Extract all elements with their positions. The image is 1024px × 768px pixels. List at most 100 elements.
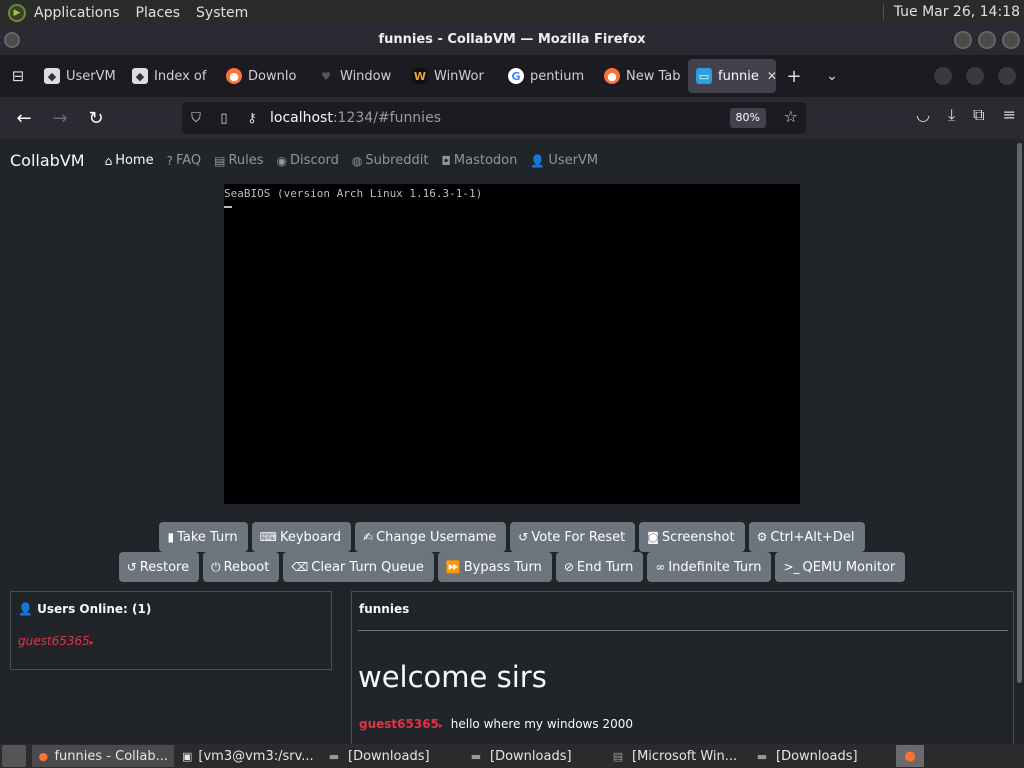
task-downloads-2[interactable]: ▬ [Downloads]: [462, 745, 602, 767]
applications-menu[interactable]: Applications: [34, 5, 120, 21]
reddit-icon: ◍: [351, 153, 363, 168]
change-username-button[interactable]: ✍ Change Username: [355, 522, 507, 552]
take-turn-button[interactable]: ▮ Take Turn: [159, 522, 248, 552]
shield-icon[interactable]: ⛉: [182, 111, 210, 126]
indefinite-turn-button[interactable]: ∞ Indefinite Turn: [647, 552, 772, 582]
close-window-icon[interactable]: [1002, 31, 1020, 49]
navigation-toolbar: ← → ↻ ⛉ ▯ ⚷ localhost :1234/#funnies 80%…: [0, 97, 1024, 139]
bookmark-star-icon[interactable]: ☆: [784, 107, 798, 126]
reload-icon[interactable]: ↻: [78, 102, 114, 134]
bios-text: SeaBIOS (version Arch Linux 1.16.3-1-1): [224, 187, 483, 200]
firefox-icon: ●: [38, 749, 49, 763]
vm-button-row-1: ▮ Take Turn ⌨ Keyboard ✍ Change Username ↺ V…: [0, 522, 1024, 552]
tab-downloads[interactable]: ● Downlo: [218, 59, 310, 93]
menu-icon[interactable]: ≡: [1003, 105, 1016, 125]
keyboard-button[interactable]: ⌨ Keyboard: [251, 522, 352, 552]
new-tab-button[interactable]: +: [776, 66, 812, 87]
firefox-icon: ●: [226, 68, 242, 84]
site-brand[interactable]: CollabVM: [10, 151, 85, 170]
divider: [358, 630, 1008, 631]
url-bar[interactable]: ⛉ ▯ ⚷ localhost :1234/#funnies 80% ☆: [182, 102, 806, 134]
nav-rules[interactable]: ▤ Rules: [214, 153, 263, 168]
page-scrollbar[interactable]: [1017, 143, 1022, 683]
places-menu[interactable]: Places: [136, 5, 181, 21]
vote-reset-button[interactable]: ↺ Vote For Reset: [510, 522, 636, 552]
firefox-view-icon[interactable]: ⊟: [0, 55, 36, 97]
window-menu-icon[interactable]: [4, 32, 20, 48]
tab-label: New Tab: [626, 68, 681, 84]
forward-icon[interactable]: →: [42, 102, 78, 134]
qemu-monitor-button[interactable]: >_ QEMU Monitor: [775, 552, 906, 582]
pocket-icon[interactable]: ◡: [916, 105, 930, 125]
nav-discord[interactable]: ◉ Discord: [277, 153, 339, 168]
ctrl-alt-del-button[interactable]: ⚙ Ctrl+Alt+Del: [748, 522, 865, 552]
reboot-button[interactable]: ⏻ Reboot: [203, 552, 280, 582]
nav-uservm[interactable]: 👤 UserVM: [530, 153, 598, 168]
nav-faq[interactable]: ? FAQ: [167, 153, 202, 168]
key-icon[interactable]: ⚷: [238, 111, 266, 126]
tab-label: Index of: [154, 68, 207, 84]
screenshot-button[interactable]: ◙ Screenshot: [639, 522, 745, 552]
toolbar-right: ◡ ⤓ ⧉ ≡: [916, 105, 1016, 125]
tab-label: WinWor: [434, 68, 484, 84]
maximize-icon[interactable]: [978, 31, 996, 49]
end-turn-button[interactable]: ⊘ End Turn: [555, 552, 644, 582]
firefox-tray-icon[interactable]: ●: [896, 745, 924, 767]
screen: ▶ Applications Places System Tue Mar 26,…: [0, 0, 1024, 768]
fast-forward-icon: ⏩: [445, 560, 461, 574]
extensions-icon[interactable]: ⧉: [973, 105, 984, 125]
clear-turn-queue-button[interactable]: ⌫ Clear Turn Queue: [283, 552, 434, 582]
nav-home[interactable]: ⌂ Home: [105, 153, 154, 168]
power-icon: ⏻: [211, 559, 221, 574]
close-tab-icon[interactable]: ✕: [767, 69, 776, 83]
user-icon: 👤: [18, 602, 33, 616]
tab-label: UserVM: [66, 68, 116, 84]
rotate-left-icon: ↺: [518, 530, 529, 544]
caret-right-icon: ▸: [89, 638, 94, 647]
users-online-heading: 👤 Users Online: (1): [18, 602, 152, 616]
mouse-icon: ▮: [167, 530, 175, 544]
task-downloads-3[interactable]: ▬ [Downloads]: [748, 745, 888, 767]
clock[interactable]: Tue Mar 26, 14:18: [882, 4, 1020, 20]
nav-mastodon[interactable]: ◘ Mastodon: [441, 153, 517, 168]
minimize-icon[interactable]: [954, 31, 972, 49]
keyboard-icon: ⌨: [259, 530, 277, 544]
show-desktop-icon[interactable]: [2, 745, 26, 767]
vm-display[interactable]: SeaBIOS (version Arch Linux 1.16.3-1-1): [224, 184, 800, 504]
restore-button[interactable]: ↺ Restore: [118, 552, 200, 582]
question-icon: ?: [166, 153, 173, 168]
back-icon[interactable]: ←: [6, 102, 42, 134]
task-firefox[interactable]: ● funnies - Collab...: [32, 745, 174, 767]
bypass-turn-button[interactable]: ⏩ Bypass Turn: [437, 552, 552, 582]
tab-new-tab[interactable]: ● New Tab: [596, 59, 688, 93]
chat-panel: funnies welcome sirs guest65365▸ hello w…: [351, 591, 1014, 744]
terminal-icon: ▣: [182, 749, 193, 763]
tab-winworld[interactable]: W WinWor: [404, 59, 500, 93]
tab-index-of[interactable]: ◆ Index of: [124, 59, 218, 93]
downloads-icon[interactable]: ⤓: [948, 105, 955, 125]
page-info-icon[interactable]: ▯: [210, 111, 238, 126]
folder-icon: ▬: [470, 749, 482, 763]
site-navbar: CollabVM ⌂ Home ? FAQ ▤ Rules ◉ Discord ◍ Sub…: [10, 151, 611, 170]
distro-logo-icon[interactable]: ▶: [8, 3, 26, 22]
circle-button-icon[interactable]: [966, 67, 984, 85]
circle-button-icon[interactable]: [934, 67, 952, 85]
tab-funnies[interactable]: ▭ funnie ✕: [688, 59, 776, 93]
url-host: localhost: [270, 110, 333, 126]
chat-message-user[interactable]: guest65365▸: [359, 717, 443, 731]
task-microsoft-win[interactable]: ▤ [Microsoft Win...: [604, 745, 746, 767]
user-list-item[interactable]: guest65365▸: [18, 634, 94, 648]
tab-windows[interactable]: ♥ Window: [310, 59, 404, 93]
tab-uservm[interactable]: ◆ UserVM: [36, 59, 124, 93]
system-menu[interactable]: System: [196, 5, 248, 21]
list-all-tabs-icon[interactable]: ⌄: [812, 68, 852, 84]
uservm-icon: ◆: [132, 68, 148, 84]
task-downloads-1[interactable]: ▬ [Downloads]: [320, 745, 460, 767]
task-terminal[interactable]: ▣ [vm3@vm3:/srv...: [176, 745, 318, 767]
tab-label: Downlo: [248, 68, 297, 84]
tab-pentium[interactable]: G pentium: [500, 59, 596, 93]
nav-subreddit[interactable]: ◍ Subreddit: [352, 153, 429, 168]
circle-button-icon[interactable]: [998, 67, 1016, 85]
zoom-level-button[interactable]: 80%: [729, 108, 766, 128]
chat-message: guest65365▸ hello where my windows 2000: [359, 717, 633, 731]
